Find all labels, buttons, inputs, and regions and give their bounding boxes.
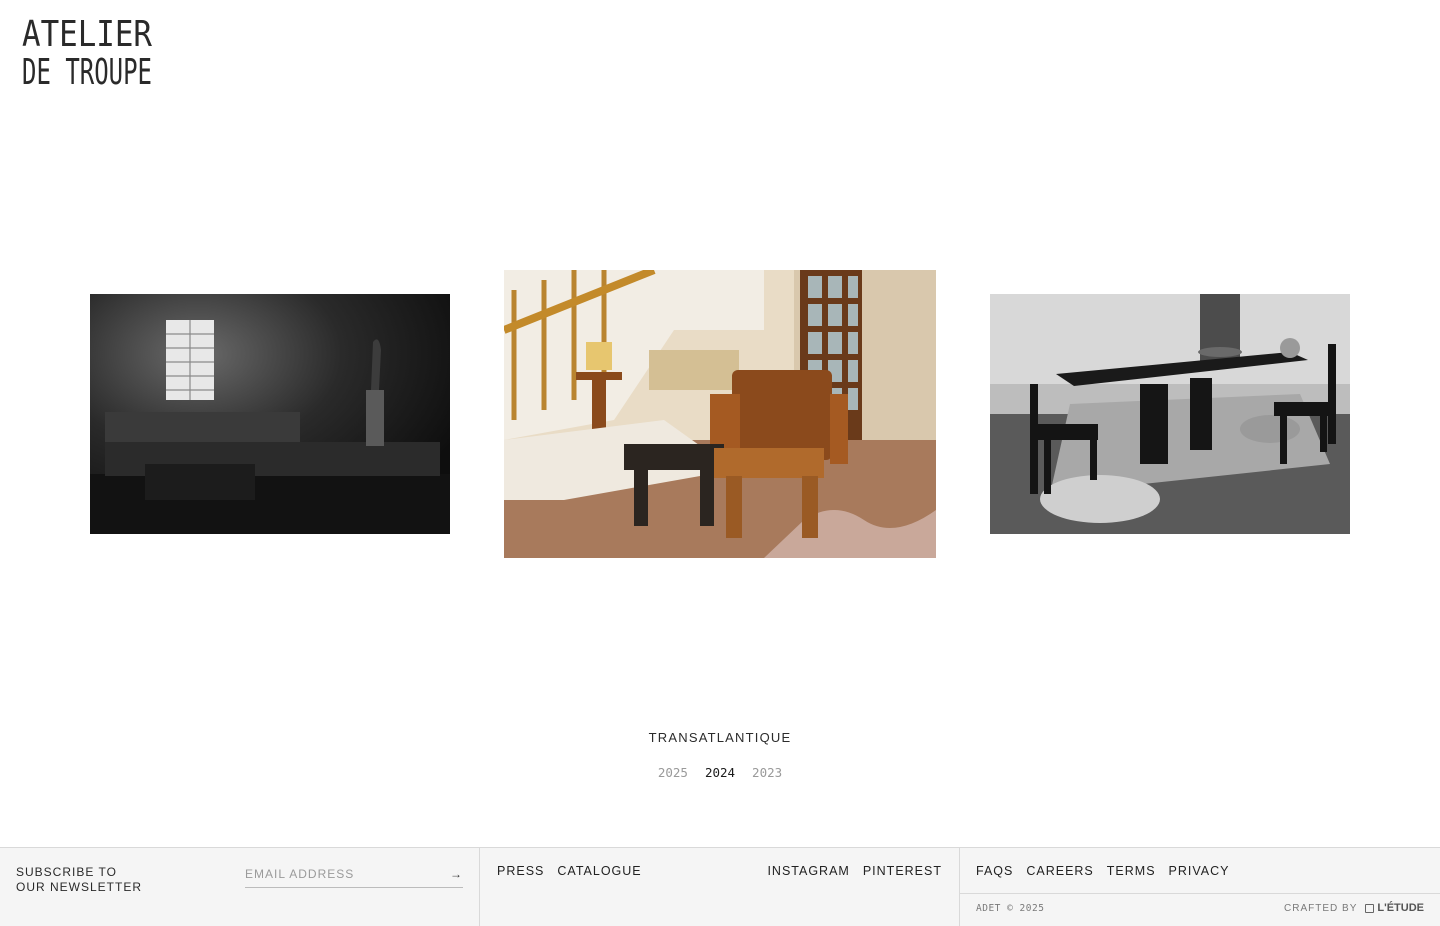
- brand-logo[interactable]: ATELIER DE TROUPE: [22, 12, 154, 88]
- catalogue-link[interactable]: CATALOGUE: [557, 864, 641, 878]
- studio-logo-icon: [1365, 903, 1375, 913]
- newsletter-label-line-2: OUR NEWSLETTER: [16, 880, 143, 894]
- credit[interactable]: CRAFTED BY L'ÉTUDE: [1284, 902, 1424, 914]
- gallery-image-sofa[interactable]: [90, 294, 450, 534]
- site-footer: SUBSCRIBE TO OUR NEWSLETTER → PRESS CATA…: [0, 847, 1440, 926]
- privacy-link[interactable]: PRIVACY: [1169, 864, 1230, 878]
- year-2024[interactable]: 2024: [705, 765, 735, 780]
- year-2025[interactable]: 2025: [658, 765, 688, 780]
- sofa-photo-icon: [90, 294, 450, 534]
- footer-nav-section: PRESS CATALOGUE INSTAGRAM PINTEREST: [480, 848, 960, 926]
- gallery-image-armchair[interactable]: [504, 270, 936, 558]
- studio-name: L'ÉTUDE: [1377, 902, 1424, 914]
- logo-line-2: DE TROUPE: [22, 52, 152, 88]
- press-link[interactable]: PRESS: [497, 864, 544, 878]
- email-input[interactable]: [245, 864, 435, 884]
- newsletter-section: SUBSCRIBE TO OUR NEWSLETTER →: [0, 848, 480, 926]
- year-selector: 2025 2024 2023: [0, 765, 1440, 780]
- terms-link[interactable]: TERMS: [1107, 864, 1156, 878]
- footer-divider: [960, 893, 1440, 894]
- pinterest-link[interactable]: PINTEREST: [863, 864, 942, 878]
- studio-credit[interactable]: L'ÉTUDE: [1365, 902, 1424, 914]
- crafted-label: CRAFTED BY: [1284, 902, 1358, 914]
- newsletter-label-line-1: SUBSCRIBE TO: [16, 865, 117, 879]
- footer-legal-section: FAQS CAREERS TERMS PRIVACY ADET © 2025 C…: [960, 848, 1440, 926]
- arrow-right-icon[interactable]: →: [449, 864, 463, 884]
- copyright: ADET © 2025: [976, 903, 1045, 914]
- footer-nav-left: PRESS CATALOGUE: [497, 864, 642, 878]
- armchair-photo-icon: [504, 270, 936, 558]
- gallery-image-dining[interactable]: [990, 294, 1350, 534]
- instagram-link[interactable]: INSTAGRAM: [767, 864, 849, 878]
- year-2023[interactable]: 2023: [752, 765, 782, 780]
- faqs-link[interactable]: FAQS: [976, 864, 1013, 878]
- collection-title: TRANSATLANTIQUE: [648, 730, 792, 745]
- footer-legal-nav: FAQS CAREERS TERMS PRIVACY: [976, 864, 1229, 878]
- careers-link[interactable]: CAREERS: [1026, 864, 1093, 878]
- footer-social: INSTAGRAM PINTEREST: [767, 864, 942, 878]
- newsletter-label: SUBSCRIBE TO OUR NEWSLETTER: [16, 865, 176, 895]
- logo-line-1: ATELIER: [22, 14, 152, 55]
- dining-photo-icon: [990, 294, 1350, 534]
- newsletter-form: →: [245, 860, 463, 888]
